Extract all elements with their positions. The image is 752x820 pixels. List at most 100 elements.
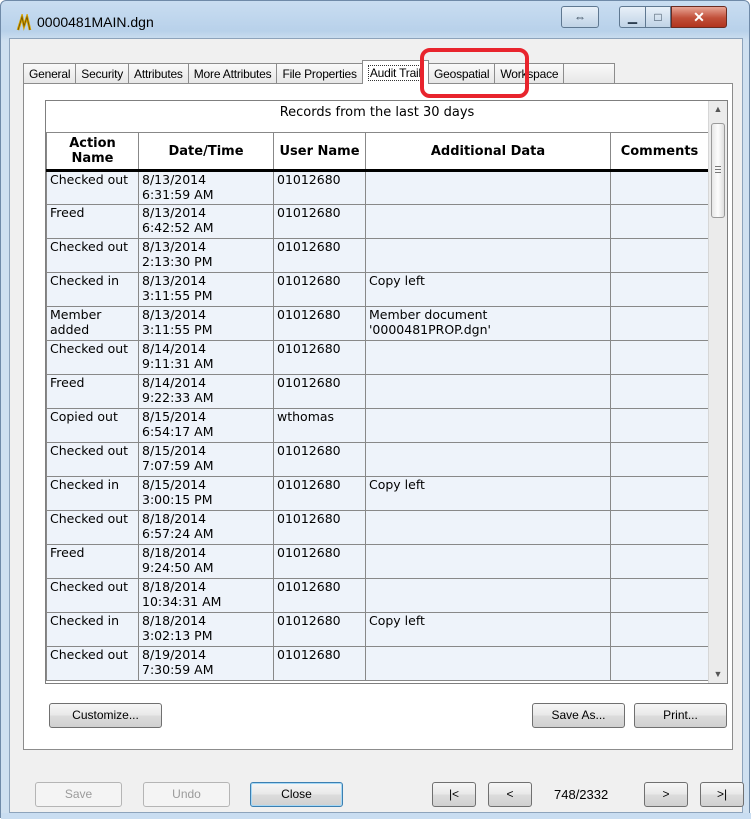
previous-record-button[interactable]: < — [488, 782, 532, 807]
cell-datetime: 8/18/2014 3:02:13 PM — [138, 612, 274, 647]
save-as-button[interactable]: Save As... — [532, 703, 625, 728]
first-record-button[interactable]: |< — [432, 782, 476, 807]
resize-icon[interactable]: ⇔ — [561, 6, 599, 28]
cell-time: 10:34:31 AM — [142, 594, 222, 609]
column-header-user[interactable]: User Name — [273, 132, 366, 172]
table-row[interactable]: Checked in 8/18/2014 3:02:13 PM 01012680 Cop… — [46, 612, 709, 647]
scroll-thumb[interactable] — [711, 123, 725, 218]
save-button[interactable]: Save — [35, 782, 122, 807]
cell-user: 01012680 — [273, 442, 366, 477]
cell-additional: Copy left — [365, 612, 611, 647]
cell-time: 7:07:59 AM — [142, 458, 214, 473]
thumb-grip-icon — [715, 169, 721, 170]
minimize-icon[interactable]: ▁ — [619, 6, 645, 28]
cell-user: 01012680 — [273, 612, 366, 647]
tab-audit-trail-label: Audit Trail — [367, 65, 423, 81]
table-row[interactable]: Checked out 8/14/2014 9:11:31 AM 01012680 — [46, 340, 709, 375]
cell-additional: Copy left — [365, 272, 611, 307]
cell-user: 01012680 — [273, 204, 366, 239]
document-app-icon — [16, 14, 32, 31]
cell-date: 8/18/2014 — [142, 613, 207, 629]
table-row[interactable]: Member added 8/13/2014 3:11:55 PM 01012680 M… — [46, 306, 709, 341]
title-bar[interactable]: 0000481MAIN.dgn ⇔ ▁ □ ✕ — [1, 1, 749, 37]
audit-grid: Records from the last 30 days Action Nam… — [45, 100, 728, 684]
cell-datetime: 8/18/2014 6:57:24 AM — [138, 510, 274, 545]
audit-table: Action Name Date/Time User Name Addition… — [46, 132, 709, 681]
table-row[interactable]: Freed 8/13/2014 6:42:52 AM 01012680 — [46, 204, 709, 239]
cell-action: Checked in — [46, 612, 139, 647]
cell-additional: Member document '0000481PROP.dgn' — [365, 306, 611, 341]
close-icon[interactable]: ✕ — [671, 6, 727, 28]
table-row[interactable]: Copied out 8/15/2014 6:54:17 AM wthomas — [46, 408, 709, 443]
cell-comments — [610, 476, 709, 511]
cell-additional — [365, 374, 611, 409]
cell-user: 01012680 — [273, 646, 366, 681]
table-row[interactable]: Checked out 8/19/2014 7:30:59 AM 01012680 — [46, 646, 709, 681]
last-record-button[interactable]: >| — [700, 782, 744, 807]
column-header-datetime[interactable]: Date/Time — [138, 132, 274, 172]
cell-time: 3:11:55 PM — [142, 322, 213, 337]
table-row[interactable]: Checked in 8/13/2014 3:11:55 PM 01012680 Cop… — [46, 272, 709, 307]
tab-blank[interactable] — [563, 63, 616, 84]
customize-button[interactable]: Customize... — [49, 703, 162, 728]
cell-date: 8/14/2014 — [142, 375, 207, 391]
cell-comments — [610, 646, 709, 681]
column-header-action[interactable]: Action Name — [46, 132, 139, 172]
cell-action: Checked out — [46, 170, 139, 205]
cell-time: 9:22:33 AM — [142, 390, 214, 405]
cell-additional — [365, 340, 611, 375]
scroll-up-arrow-icon[interactable]: ▲ — [709, 101, 727, 118]
column-header-comments[interactable]: Comments — [610, 132, 709, 172]
cell-comments — [610, 340, 709, 375]
header-row: Action Name Date/Time User Name Addition… — [46, 132, 709, 172]
table-row[interactable]: Checked out 8/18/2014 6:57:24 AM 01012680 — [46, 510, 709, 545]
table-row[interactable]: Freed 8/18/2014 9:24:50 AM 01012680 — [46, 544, 709, 579]
cell-date: 8/15/2014 — [142, 477, 207, 493]
cell-date: 8/13/2014 — [142, 239, 207, 255]
table-row[interactable]: Checked out 8/13/2014 6:31:59 AM 01012680 — [46, 170, 709, 205]
cell-action: Freed — [46, 204, 139, 239]
cell-datetime: 8/13/2014 6:42:52 AM — [138, 204, 274, 239]
cell-additional — [365, 442, 611, 477]
cell-comments — [610, 204, 709, 239]
cell-datetime: 8/18/2014 9:24:50 AM — [138, 544, 274, 579]
cell-time: 6:42:52 AM — [142, 220, 214, 235]
table-row[interactable]: Checked out 8/13/2014 2:13:30 PM 01012680 — [46, 238, 709, 273]
print-button[interactable]: Print... — [634, 703, 727, 728]
tab-security[interactable]: Security — [75, 63, 130, 84]
cell-date: 8/19/2014 — [142, 647, 207, 663]
grid-vertical-scrollbar[interactable]: ▲ ▼ — [708, 101, 727, 683]
cell-time: 6:57:24 AM — [142, 526, 214, 541]
table-row[interactable]: Checked out 8/15/2014 7:07:59 AM 01012680 — [46, 442, 709, 477]
close-button[interactable]: Close — [250, 782, 343, 807]
column-header-additional[interactable]: Additional Data — [365, 132, 611, 172]
tab-audit-trail[interactable]: Audit Trail — [361, 60, 429, 84]
tab-attributes[interactable]: Attributes — [128, 63, 189, 84]
cell-time: 6:54:17 AM — [142, 424, 214, 439]
cell-datetime: 8/15/2014 3:00:15 PM — [138, 476, 274, 511]
table-row[interactable]: Checked in 8/15/2014 3:00:15 PM 01012680 Cop… — [46, 476, 709, 511]
cell-comments — [610, 442, 709, 477]
window-title: 0000481MAIN.dgn — [37, 14, 154, 30]
undo-button[interactable]: Undo — [143, 782, 230, 807]
tab-general[interactable]: General — [23, 63, 77, 84]
cell-datetime: 8/19/2014 7:30:59 AM — [138, 646, 274, 681]
cell-date: 8/13/2014 — [142, 273, 207, 289]
scroll-down-arrow-icon[interactable]: ▼ — [709, 666, 727, 683]
table-row[interactable]: Checked out 8/18/2014 10:34:31 AM 01012680 — [46, 578, 709, 613]
cell-time: 3:02:13 PM — [142, 628, 213, 643]
tab-more-attributes[interactable]: More Attributes — [187, 63, 278, 84]
cell-comments — [610, 306, 709, 341]
cell-datetime: 8/15/2014 7:07:59 AM — [138, 442, 274, 477]
cell-comments — [610, 510, 709, 545]
cell-action: Checked in — [46, 272, 139, 307]
thumb-grip-icon — [715, 166, 721, 167]
cell-time: 3:11:55 PM — [142, 288, 213, 303]
table-row[interactable]: Freed 8/14/2014 9:22:33 AM 01012680 — [46, 374, 709, 409]
next-record-button[interactable]: > — [644, 782, 688, 807]
cell-action: Copied out — [46, 408, 139, 443]
tab-file-properties[interactable]: File Properties — [276, 63, 363, 84]
maximize-icon[interactable]: □ — [645, 6, 671, 28]
cell-user: 01012680 — [273, 340, 366, 375]
cell-comments — [610, 238, 709, 273]
